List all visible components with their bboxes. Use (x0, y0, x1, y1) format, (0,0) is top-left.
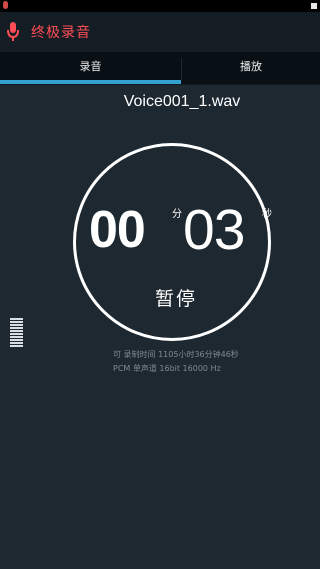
microphone-icon (7, 22, 19, 41)
app-bar: 终极录音 (0, 12, 320, 52)
seconds-unit-label: 秒 (262, 209, 272, 220)
timer-seconds: 03 (183, 198, 245, 262)
tab-play[interactable]: 播放 (182, 52, 320, 84)
level-meter-icon (10, 318, 23, 348)
status-indicator-icon (311, 3, 317, 9)
app-title: 终极录音 (31, 25, 91, 41)
tab-active-indicator (0, 80, 181, 84)
recording-filename: Voice001_1.wav (123, 93, 241, 110)
timer-minutes: 00 (89, 201, 146, 259)
available-time-info: 可 录制时间 1105小时36分钟46秒 (113, 350, 239, 359)
status-bar (0, 0, 320, 12)
pause-button[interactable]: 暂停 (155, 284, 215, 310)
microphone-status-icon (3, 1, 8, 9)
audio-format-info: PCM 单声道 16bit 16000 Hz (113, 364, 221, 373)
minutes-unit-label: 分 (172, 209, 182, 220)
